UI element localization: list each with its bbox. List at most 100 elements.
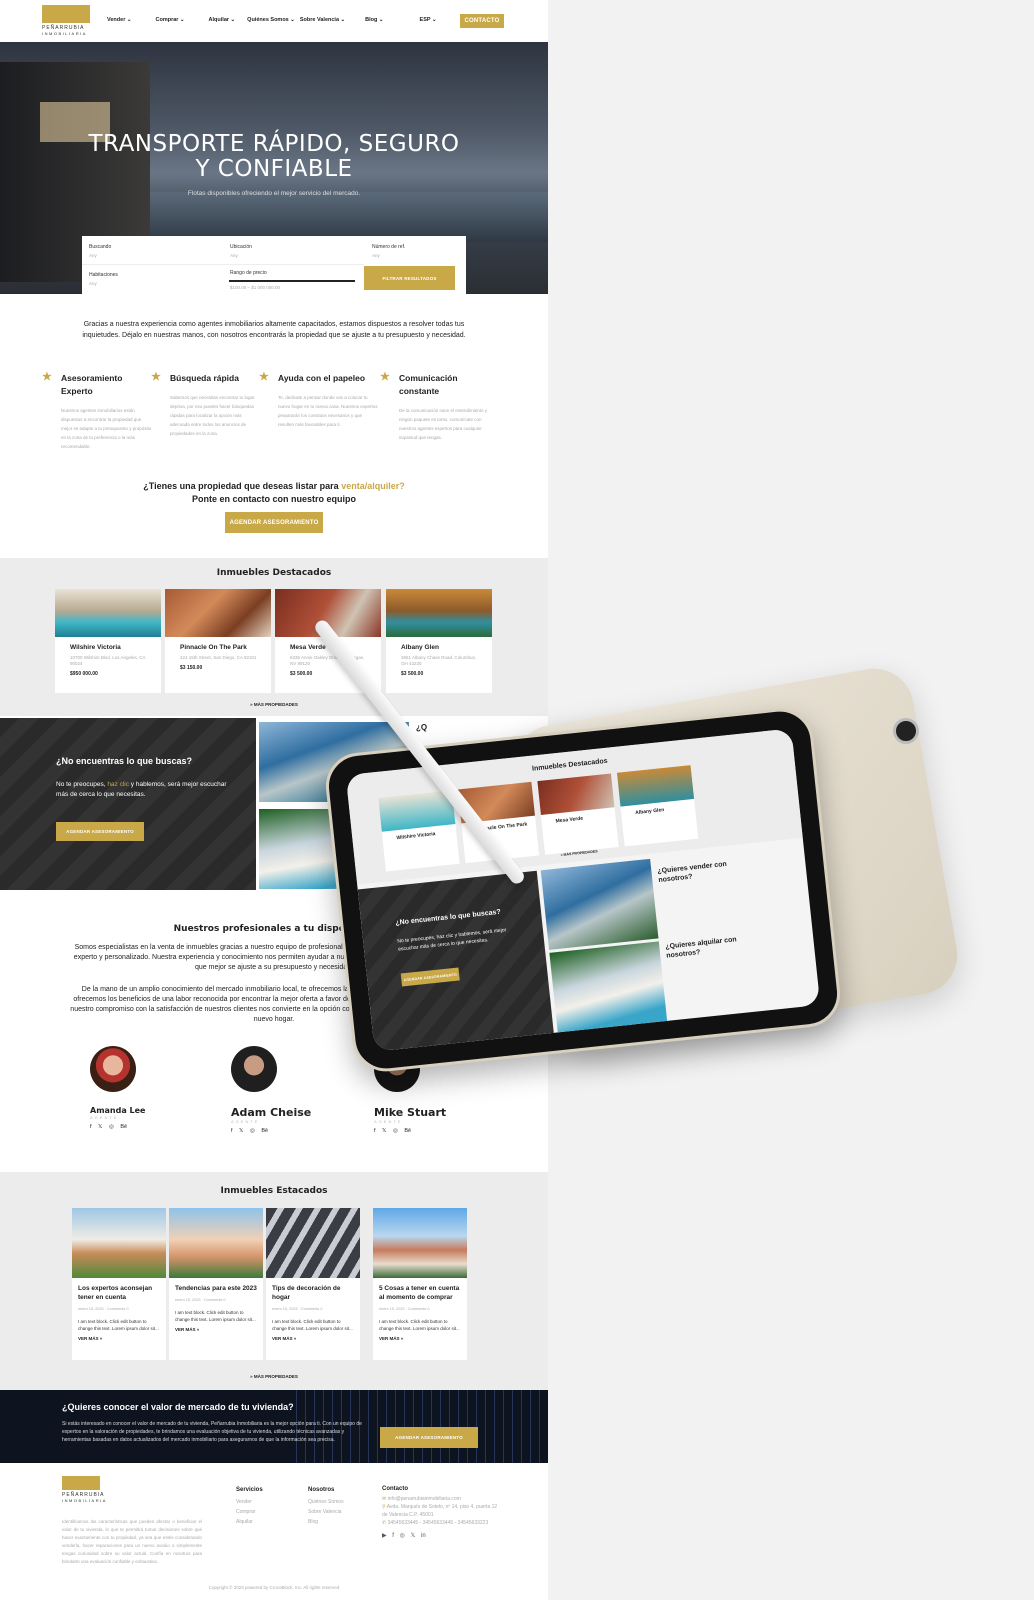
footer-link[interactable]: Vender bbox=[236, 1497, 263, 1507]
property-card[interactable]: Wilshire Victoria 10700 Wilshire Blvd, L… bbox=[55, 589, 161, 693]
property-address: 424 15th Street, San Diego, CA 92101 bbox=[180, 655, 257, 660]
footer-address: ⚲ Avda. Marqués de Sotelo, nº 14, piso 4… bbox=[382, 1504, 498, 1518]
schedule-advice-button[interactable]: AGENDAR ASESORAMIENTO bbox=[225, 512, 323, 533]
section-title: Nuestros profesionales a tu disposición bbox=[173, 924, 375, 934]
footer-link[interactable]: Quiénes Somos bbox=[308, 1497, 344, 1507]
footer-about-links: Nosotros Quiénes Somos Sobre Valencia Bl… bbox=[308, 1485, 344, 1527]
section-title: Inmuebles Destacados bbox=[216, 568, 332, 578]
property-price: $3 500.00 bbox=[401, 671, 424, 677]
read-more-link[interactable]: VER MÁS » bbox=[379, 1336, 461, 1341]
footer-logo[interactable]: PEÑARRUBIA INMOBILIARIA bbox=[62, 1476, 112, 1503]
blog-title: 5 Cosas a tener en cuenta al momento de … bbox=[379, 1285, 460, 1301]
click-here-link[interactable]: haz clic bbox=[107, 781, 129, 788]
tablet-rent-image bbox=[549, 941, 668, 1033]
rent-property-image bbox=[259, 809, 409, 889]
property-address: 3651 Albany Chase Road, Columbus, OH 432… bbox=[401, 655, 477, 666]
agent-card: Adam Cheise AGENTE f 𝕏 ◎ Bē bbox=[231, 1046, 341, 1134]
block-text: No te preocupes, haz clic y hablemos, se… bbox=[56, 781, 227, 798]
schedule-advice-button[interactable]: AGENDAR ASESORAMIENTO bbox=[380, 1427, 478, 1448]
schedule-advice-button[interactable]: AGENDAR ASESORAMIENTO bbox=[56, 822, 144, 841]
blog-card[interactable]: 5 Cosas a tener en cuenta al momento de … bbox=[373, 1208, 467, 1360]
contact-button[interactable]: CONTACTO bbox=[460, 14, 504, 28]
footer-social-icons[interactable]: ▶ f ◎ 𝕏 in bbox=[382, 1532, 502, 1540]
search-rooms-field[interactable]: Habitaciones Any bbox=[89, 272, 118, 286]
property-search-form: Buscando Any Ubicación Any Número de ref. A… bbox=[82, 236, 466, 294]
property-card[interactable]: Albany Glen 3651 Albany Chase Road, Colu… bbox=[386, 589, 492, 693]
search-reference-field[interactable]: Número de ref. Any bbox=[372, 244, 405, 258]
read-more-link[interactable]: VER MÁS » bbox=[272, 1336, 354, 1341]
blog-image bbox=[266, 1208, 360, 1278]
menu-item-alquilar[interactable]: Alquilar ⌄ bbox=[209, 17, 236, 23]
menu-item-blog[interactable]: Blog ⌄ bbox=[365, 17, 383, 23]
property-image bbox=[386, 589, 492, 637]
property-card[interactable]: Pinnacle On The Park 424 15th Street, Sa… bbox=[165, 589, 271, 693]
read-more-link[interactable]: VER MÁS » bbox=[78, 1336, 160, 1341]
avatar bbox=[90, 1046, 136, 1092]
pros-paragraph: De la mano de un amplio conocimiento del… bbox=[70, 986, 478, 1023]
feature-papeleo: Ayuda con el papeleo Te, dedicate a pens… bbox=[259, 371, 379, 429]
listing-cta-link[interactable]: venta/alquiler? bbox=[341, 481, 405, 491]
logo-tagline: INMOBILIARIA bbox=[42, 31, 87, 36]
price-range-label: Rango de precio bbox=[230, 270, 267, 276]
property-image bbox=[275, 589, 381, 637]
search-location-field[interactable]: Ubicación Any bbox=[230, 244, 252, 258]
menu-item-vender[interactable]: Vender ⌄ bbox=[107, 17, 131, 23]
footer-heading: Nosotros bbox=[308, 1487, 335, 1493]
blog-image bbox=[72, 1208, 166, 1278]
agent-social-icons[interactable]: f 𝕏 ◎ Bē bbox=[90, 1124, 200, 1130]
blog-section: Inmuebles Estacados Los expertos aconsej… bbox=[0, 1172, 548, 1390]
property-name: Mesa Verde bbox=[290, 644, 326, 651]
price-range-value: $100.00 – $1 000 000.00 bbox=[230, 285, 281, 290]
blog-card[interactable]: Tendencias para este 2023 enero 15, 2023… bbox=[169, 1208, 263, 1360]
property-name: Pinnacle On The Park bbox=[180, 644, 247, 651]
agent-card: Amanda Lee AGENTE f 𝕏 ◎ Bē bbox=[90, 1046, 200, 1130]
blog-meta: enero 15, 2023 · Comments 0 bbox=[272, 1307, 323, 1311]
footer-phones: ✆ 34545633445 - 34545633445 - 3454563322… bbox=[382, 1520, 489, 1526]
more-properties-link[interactable]: » MÁS PROPIEDADES bbox=[0, 702, 548, 707]
footer-link[interactable]: Sobre Valencia bbox=[308, 1507, 344, 1517]
feature-comunicacion: Comunicación constante De la comunicació… bbox=[380, 371, 490, 442]
footer-email[interactable]: ✉ info@penarrubiainmobiliaria.com bbox=[382, 1495, 502, 1503]
blog-title: Tips de decoración de hogar bbox=[272, 1285, 341, 1301]
blog-excerpt: I am text block. Click edit button to ch… bbox=[272, 1319, 353, 1331]
agent-social-icons[interactable]: f 𝕏 ◎ Bē bbox=[374, 1128, 484, 1134]
more-properties-link[interactable]: » MÁS PROPIEDADES bbox=[0, 1374, 548, 1379]
search-type-field[interactable]: Buscando Any bbox=[89, 244, 111, 258]
features-row: Asesoramiento Experto Nuestros agentes i… bbox=[42, 371, 502, 462]
agent-social-icons[interactable]: f 𝕏 ◎ Bē bbox=[231, 1128, 341, 1134]
footer-about: Identificamos las características que pu… bbox=[62, 1519, 202, 1564]
blog-title: Tendencias para este 2023 bbox=[175, 1285, 257, 1292]
market-value-banner: ¿Quieres conocer el valor de mercado de … bbox=[0, 1390, 548, 1463]
footer-link[interactable]: Comprar bbox=[236, 1507, 263, 1517]
agent-role: AGENTE bbox=[231, 1119, 260, 1124]
property-name: Wilshire Victoria bbox=[70, 644, 121, 651]
logo[interactable]: PEÑARRUBIA INMOBILIARIA bbox=[42, 5, 92, 36]
property-address: 6335 Annie Oakley Drive, Las Vegas, NV 8… bbox=[290, 655, 365, 666]
read-more-link[interactable]: VER MÁS » bbox=[175, 1327, 257, 1332]
blog-card[interactable]: Tips de decoración de hogar enero 15, 20… bbox=[266, 1208, 360, 1360]
property-card[interactable]: Mesa Verde 6335 Annie Oakley Drive, Las … bbox=[275, 589, 381, 693]
filter-results-button[interactable]: FILTRAR RESULTADOS bbox=[364, 266, 455, 290]
agent-name: Mike Stuart bbox=[374, 1106, 447, 1119]
price-range-slider[interactable] bbox=[229, 280, 355, 282]
block-title: ¿No encuentras lo que buscas? bbox=[56, 756, 193, 766]
footer-link[interactable]: Alquilar bbox=[236, 1517, 263, 1527]
blog-image bbox=[373, 1208, 467, 1278]
feature-title: Ayuda con el papeleo bbox=[259, 371, 379, 385]
tablet-property-card: Albany Glen bbox=[616, 765, 699, 847]
property-price: $3 150.00 bbox=[180, 665, 203, 671]
blog-card[interactable]: Los expertos aconsejan tener en cuenta e… bbox=[72, 1208, 166, 1360]
feature-text: De la comunicación nace el entendimiento… bbox=[399, 408, 488, 440]
menu-item-quienes-somos[interactable]: Quiénes Somos ⌄ bbox=[247, 17, 295, 23]
menu-item-sobre-valencia[interactable]: Sobre Valencia ⌄ bbox=[300, 17, 345, 23]
feature-text: Sabemos que necesitas encontrar tu lugar… bbox=[170, 395, 255, 436]
language-selector[interactable]: ESP ⌄ bbox=[420, 17, 437, 23]
footer-link[interactable]: Blog bbox=[308, 1517, 344, 1527]
agent-role: AGENTE bbox=[90, 1115, 119, 1120]
menu-item-comprar[interactable]: Comprar ⌄ bbox=[155, 17, 184, 23]
blog-image bbox=[169, 1208, 263, 1278]
blog-title: Los expertos aconsejan tener en cuenta bbox=[78, 1285, 153, 1301]
property-image bbox=[165, 589, 271, 637]
property-price: $3 500.00 bbox=[290, 671, 313, 677]
footer-heading: Contacto bbox=[382, 1486, 408, 1492]
